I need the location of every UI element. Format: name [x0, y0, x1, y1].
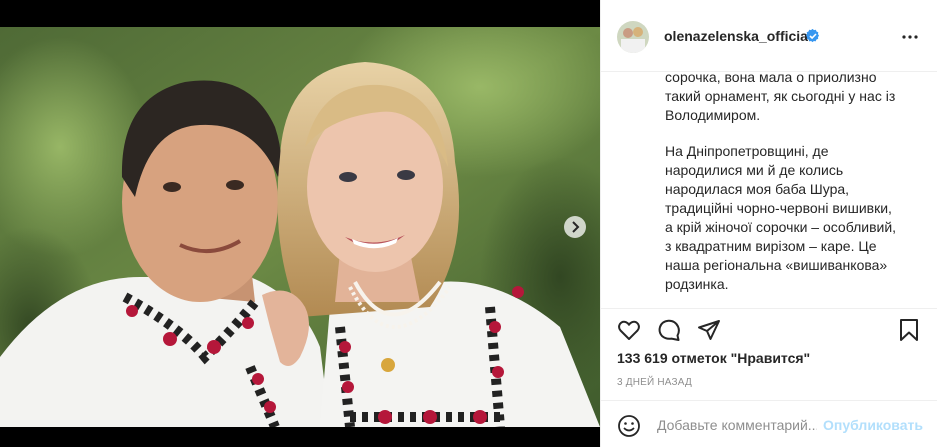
- caption-line: а крій жіночої сорочки – особливий,: [665, 219, 897, 235]
- post-header: olenazelenska_official: [601, 0, 937, 72]
- avatar-image: [617, 21, 649, 53]
- heart-icon[interactable]: [617, 318, 641, 342]
- caption-line: традиційні чорно-червоні вишивки,: [665, 200, 892, 216]
- bookmark-icon[interactable]: [897, 318, 921, 342]
- comment-input[interactable]: [657, 415, 817, 435]
- publish-comment-button[interactable]: Опубликовать: [823, 417, 923, 433]
- caption-line: народилася моя баба Шура,: [665, 181, 850, 197]
- post-actions: [601, 308, 937, 348]
- comment-bar: Опубликовать: [601, 400, 937, 447]
- caption-area: сорочка, вона мала о приолизно такий орн…: [601, 72, 937, 308]
- photo-pane: [0, 0, 600, 447]
- caption-line: сорочка, вона мала о приолизно: [665, 72, 877, 85]
- post-photo: [0, 27, 600, 427]
- avatar[interactable]: [617, 21, 649, 53]
- more-options-icon[interactable]: [901, 28, 919, 46]
- caption-line: родзинка.: [665, 276, 729, 292]
- caption-line: наша регіональна «вишиванкова»: [665, 257, 888, 273]
- username[interactable]: olenazelenska_official: [664, 28, 812, 44]
- caption-line: з квадратним вирізом – каре. Це: [665, 238, 877, 254]
- caption-line: народилися ми й де колись: [665, 162, 844, 178]
- verified-badge-icon: [806, 29, 820, 43]
- post-side-panel: olenazelenska_official сорочка, вона мал…: [600, 0, 937, 447]
- comment-icon[interactable]: [657, 318, 681, 342]
- caption-line: На Дніпропетровщині, де: [665, 143, 829, 159]
- post-timestamp[interactable]: 3 ДНЕЙ НАЗАД: [617, 377, 692, 388]
- likes-count[interactable]: 133 619 отметок "Нравится": [617, 350, 810, 366]
- caption-line: Володимиром.: [665, 107, 761, 123]
- emoji-icon[interactable]: [617, 414, 641, 438]
- next-photo-button[interactable]: [564, 216, 586, 238]
- share-icon[interactable]: [697, 318, 721, 342]
- chevron-right-icon: [572, 221, 580, 233]
- caption-line: такий орнамент, як сьогодні у нас із: [665, 88, 896, 104]
